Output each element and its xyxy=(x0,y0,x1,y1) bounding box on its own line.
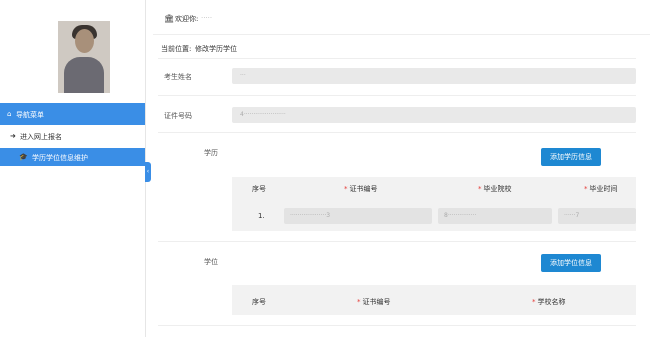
nav-header-label: 导航菜单 xyxy=(16,111,44,119)
add-education-button[interactable]: 添加学历信息 xyxy=(541,148,601,166)
avatar-body xyxy=(64,57,104,93)
column-header-label: 序号 xyxy=(252,298,266,306)
school-input[interactable]: 8··············· xyxy=(438,208,552,224)
grad-date-input[interactable]: ······7 xyxy=(558,208,636,224)
top-bar: 🏛 欢迎你: ····· xyxy=(153,0,650,35)
school-value: 8··············· xyxy=(444,212,477,219)
breadcrumb-current: 修改学历学位 xyxy=(195,45,237,53)
id-number-field[interactable]: 4······················ xyxy=(232,107,636,123)
add-degree-button[interactable]: 添加学位信息 xyxy=(541,254,601,272)
divider xyxy=(158,241,636,242)
id-value: 4······················ xyxy=(240,111,286,118)
column-header-label: 序号 xyxy=(252,185,266,193)
divider xyxy=(158,132,636,133)
breadcrumb-prefix: 当前位置: xyxy=(161,45,192,53)
welcome-user: ····· xyxy=(201,14,213,22)
column-header-school: * 毕业院校 xyxy=(478,184,512,194)
education-label: 学历 xyxy=(204,149,218,157)
column-header-grad-date: * 毕业时间 xyxy=(584,184,618,194)
column-header-index: 序号 xyxy=(252,184,266,194)
home-icon: ⌂ xyxy=(7,110,12,118)
sidebar-item-label: 学历学位信息维护 xyxy=(32,154,88,162)
column-header-cert-no: * 证书编号 xyxy=(344,184,378,194)
sidebar: ⌂ 导航菜单 ➜ 进入网上报名 🎓 学历学位信息维护 xyxy=(0,0,146,337)
grad-date-value: ······7 xyxy=(564,212,580,219)
cert-no-input[interactable]: ···················3 xyxy=(284,208,432,224)
column-header-label: 证书编号 xyxy=(362,298,391,306)
name-value: ··· xyxy=(240,72,246,79)
required-mark: * xyxy=(584,185,588,193)
chevron-left-icon: ‹ xyxy=(146,168,150,175)
sidebar-collapse-toggle[interactable]: ‹ xyxy=(145,162,151,182)
column-header-school-name: * 学校名称 xyxy=(532,297,566,307)
avatar xyxy=(58,21,110,93)
required-mark: * xyxy=(532,298,536,306)
degree-table: 序号 * 证书编号 * 学校名称 xyxy=(232,285,636,315)
divider xyxy=(158,58,636,59)
bank-icon: 🏛 xyxy=(164,14,175,23)
avatar-head xyxy=(75,29,94,53)
column-header-label: 毕业时间 xyxy=(589,185,618,193)
column-header-label: 毕业院校 xyxy=(483,185,512,193)
column-header-label: 证书编号 xyxy=(349,185,378,193)
column-header-index: 序号 xyxy=(252,297,266,307)
required-mark: * xyxy=(357,298,361,306)
cert-no-value: ···················3 xyxy=(290,212,331,219)
column-header-cert-no: * 证书编号 xyxy=(357,297,391,307)
degree-label: 学位 xyxy=(204,258,218,266)
required-mark: * xyxy=(344,185,348,193)
column-header-label: 学校名称 xyxy=(537,298,566,306)
row-index: 1. xyxy=(258,212,265,220)
divider xyxy=(158,325,636,326)
sidebar-item-online-registration[interactable]: ➜ 进入网上报名 xyxy=(0,127,145,145)
education-table: 序号 * 证书编号 * 毕业院校 * 毕业时间 1. ················… xyxy=(232,177,636,231)
name-field[interactable]: ··· xyxy=(232,68,636,84)
graduation-cap-icon: 🎓 xyxy=(19,153,28,161)
sidebar-item-degree-maintenance[interactable]: 🎓 学历学位信息维护 xyxy=(0,148,145,166)
id-label: 证件号码 xyxy=(164,112,192,120)
sidebar-item-label: 进入网上报名 xyxy=(20,133,62,141)
arrow-right-icon: ➜ xyxy=(10,132,16,140)
divider xyxy=(158,95,636,96)
required-mark: * xyxy=(478,185,482,193)
name-label: 考生姓名 xyxy=(164,73,192,81)
welcome-text: 欢迎你: xyxy=(175,15,199,23)
